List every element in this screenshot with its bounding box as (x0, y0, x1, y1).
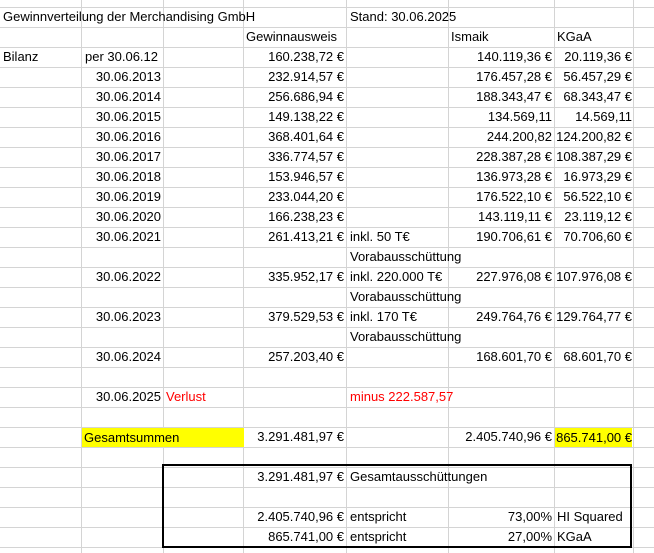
row-gewinn[interactable] (244, 247, 344, 267)
row-note[interactable]: Vorabausschüttung (350, 327, 461, 347)
row-gewinn[interactable]: 368.401,64 € (244, 127, 344, 147)
row-gewinn[interactable]: 336.774,57 € (244, 147, 344, 167)
row-ismaik[interactable]: 134.569,11 (449, 107, 552, 127)
summary-ismaik-label[interactable]: entspricht (350, 507, 406, 527)
summary-kgaa-label[interactable]: entspricht (350, 527, 406, 547)
row-kgaa[interactable]: 70.706,60 € (555, 227, 632, 247)
bilanz-label[interactable]: Bilanz (3, 47, 38, 67)
row-ismaik[interactable]: 188.343,47 € (449, 87, 552, 107)
row-kgaa[interactable]: 124.200,82 € (555, 127, 632, 147)
row-note[interactable]: inkl. 170 T€ (350, 307, 417, 327)
row-kgaa[interactable] (555, 327, 632, 347)
gesamt-ismaik[interactable]: 2.405.740,96 € (449, 427, 552, 447)
row-ismaik[interactable]: 227.976,08 € (449, 267, 552, 287)
row-kgaa[interactable]: 23.119,12 € (555, 207, 632, 227)
row-date[interactable]: 30.06.2013 (82, 67, 161, 87)
row-date[interactable]: 30.06.2022 (82, 267, 161, 287)
row-date[interactable]: 30.06.2024 (82, 347, 161, 367)
row-date[interactable]: 30.06.2015 (82, 107, 161, 127)
row-kgaa[interactable]: 56.457,29 € (555, 67, 632, 87)
row-ismaik[interactable]: 140.119,36 € (449, 47, 552, 67)
row-ismaik[interactable] (449, 327, 552, 347)
row-gewinn[interactable]: 335.952,17 € (244, 267, 344, 287)
row-kgaa[interactable]: 129.764,77 € (555, 307, 632, 327)
row-ismaik[interactable]: 143.119,11 € (449, 207, 552, 227)
row-ismaik[interactable] (449, 287, 552, 307)
row-ismaik[interactable]: 190.706,61 € (449, 227, 552, 247)
row-gewinn[interactable]: 149.138,22 € (244, 107, 344, 127)
row-gewinn[interactable]: 257.203,40 € (244, 347, 344, 367)
row-gewinn[interactable]: 232.914,57 € (244, 67, 344, 87)
row-kgaa[interactable]: 16.973,29 € (555, 167, 632, 187)
row-note[interactable]: inkl. 50 T€ (350, 227, 410, 247)
date-2025[interactable]: 30.06.2025 (82, 387, 161, 407)
row-date[interactable]: 30.06.2020 (82, 207, 161, 227)
row-date[interactable]: 30.06.2021 (82, 227, 161, 247)
summary-total[interactable]: 3.291.481,97 € (244, 467, 344, 487)
row-gewinn[interactable]: 233.044,20 € (244, 187, 344, 207)
row-note[interactable]: Vorabausschüttung (350, 287, 461, 307)
header-ismaik[interactable]: Ismaik (451, 27, 489, 47)
row-gewinn[interactable] (244, 287, 344, 307)
row-kgaa[interactable]: 20.119,36 € (555, 47, 632, 67)
row-ismaik[interactable]: 136.973,28 € (449, 167, 552, 187)
row-ismaik[interactable]: 244.200,82 (449, 127, 552, 147)
summary-kgaa-amount[interactable]: 865.741,00 € (244, 527, 344, 547)
row-ismaik[interactable]: 176.522,10 € (449, 187, 552, 207)
summary-kgaa-name[interactable]: KGaA (557, 527, 592, 547)
row-date[interactable]: 30.06.2016 (82, 127, 161, 147)
row-date[interactable] (82, 327, 161, 347)
verlust-label[interactable]: Verlust (166, 387, 206, 407)
row-gewinn[interactable]: 160.238,72 € (244, 47, 344, 67)
row-note[interactable]: inkl. 220.000 T€ (350, 267, 442, 287)
gesamt-kgaa[interactable]: 865.741,00 € (555, 428, 632, 447)
row-gewinn[interactable]: 166.238,23 € (244, 207, 344, 227)
row-kgaa[interactable]: 56.522,10 € (555, 187, 632, 207)
row-gewinn[interactable]: 256.686,94 € (244, 87, 344, 107)
row-kgaa[interactable]: 68.601,70 € (555, 347, 632, 367)
row-date[interactable]: 30.06.2023 (82, 307, 161, 327)
row-date[interactable]: 30.06.2018 (82, 167, 161, 187)
row-ismaik[interactable]: 176.457,28 € (449, 67, 552, 87)
row-gewinn[interactable]: 261.413,21 € (244, 227, 344, 247)
summary-kgaa-pct[interactable]: 27,00% (449, 527, 552, 547)
gesamt-label-cell[interactable]: Gesamtsummen (82, 428, 244, 447)
sheet-title[interactable]: Gewinnverteilung der Merchandising GmbH (3, 7, 255, 27)
row-date[interactable] (82, 287, 161, 307)
summary-ismaik-name[interactable]: HI Squared (557, 507, 623, 527)
row-date[interactable] (82, 247, 161, 267)
row-date[interactable]: 30.06.2014 (82, 87, 161, 107)
row-gewinn[interactable]: 153.946,57 € (244, 167, 344, 187)
summary-total-label[interactable]: Gesamtausschüttungen (350, 467, 487, 487)
row-date[interactable]: 30.06.2017 (82, 147, 161, 167)
verlust-amount[interactable]: minus 222.587,57 (350, 387, 453, 407)
row-date[interactable]: per 30.06.12 (85, 47, 158, 67)
gesamt-label: Gesamtsummen (84, 430, 180, 445)
row-ismaik[interactable] (449, 247, 552, 267)
row-ismaik[interactable]: 228.387,28 € (449, 147, 552, 167)
header-kgaa[interactable]: KGaA (557, 27, 592, 47)
row-ismaik[interactable]: 168.601,70 € (449, 347, 552, 367)
stand-date[interactable]: Stand: 30.06.2025 (350, 7, 456, 27)
row-kgaa[interactable]: 107.976,08 € (555, 267, 632, 287)
gesamt-gewinn[interactable]: 3.291.481,97 € (244, 427, 344, 447)
row-gewinn[interactable] (244, 327, 344, 347)
row-kgaa[interactable] (555, 287, 632, 307)
header-gewinn[interactable]: Gewinnausweis (246, 27, 337, 47)
summary-ismaik-amount[interactable]: 2.405.740,96 € (244, 507, 344, 527)
row-kgaa[interactable]: 14.569,11 (555, 107, 632, 127)
row-gewinn[interactable]: 379.529,53 € (244, 307, 344, 327)
row-kgaa[interactable] (555, 247, 632, 267)
row-kgaa[interactable]: 68.343,47 € (555, 87, 632, 107)
row-note[interactable]: Vorabausschüttung (350, 247, 461, 267)
row-kgaa[interactable]: 108.387,29 € (555, 147, 632, 167)
row-date[interactable]: 30.06.2019 (82, 187, 161, 207)
row-ismaik[interactable]: 249.764,76 € (449, 307, 552, 327)
summary-ismaik-pct[interactable]: 73,00% (449, 507, 552, 527)
